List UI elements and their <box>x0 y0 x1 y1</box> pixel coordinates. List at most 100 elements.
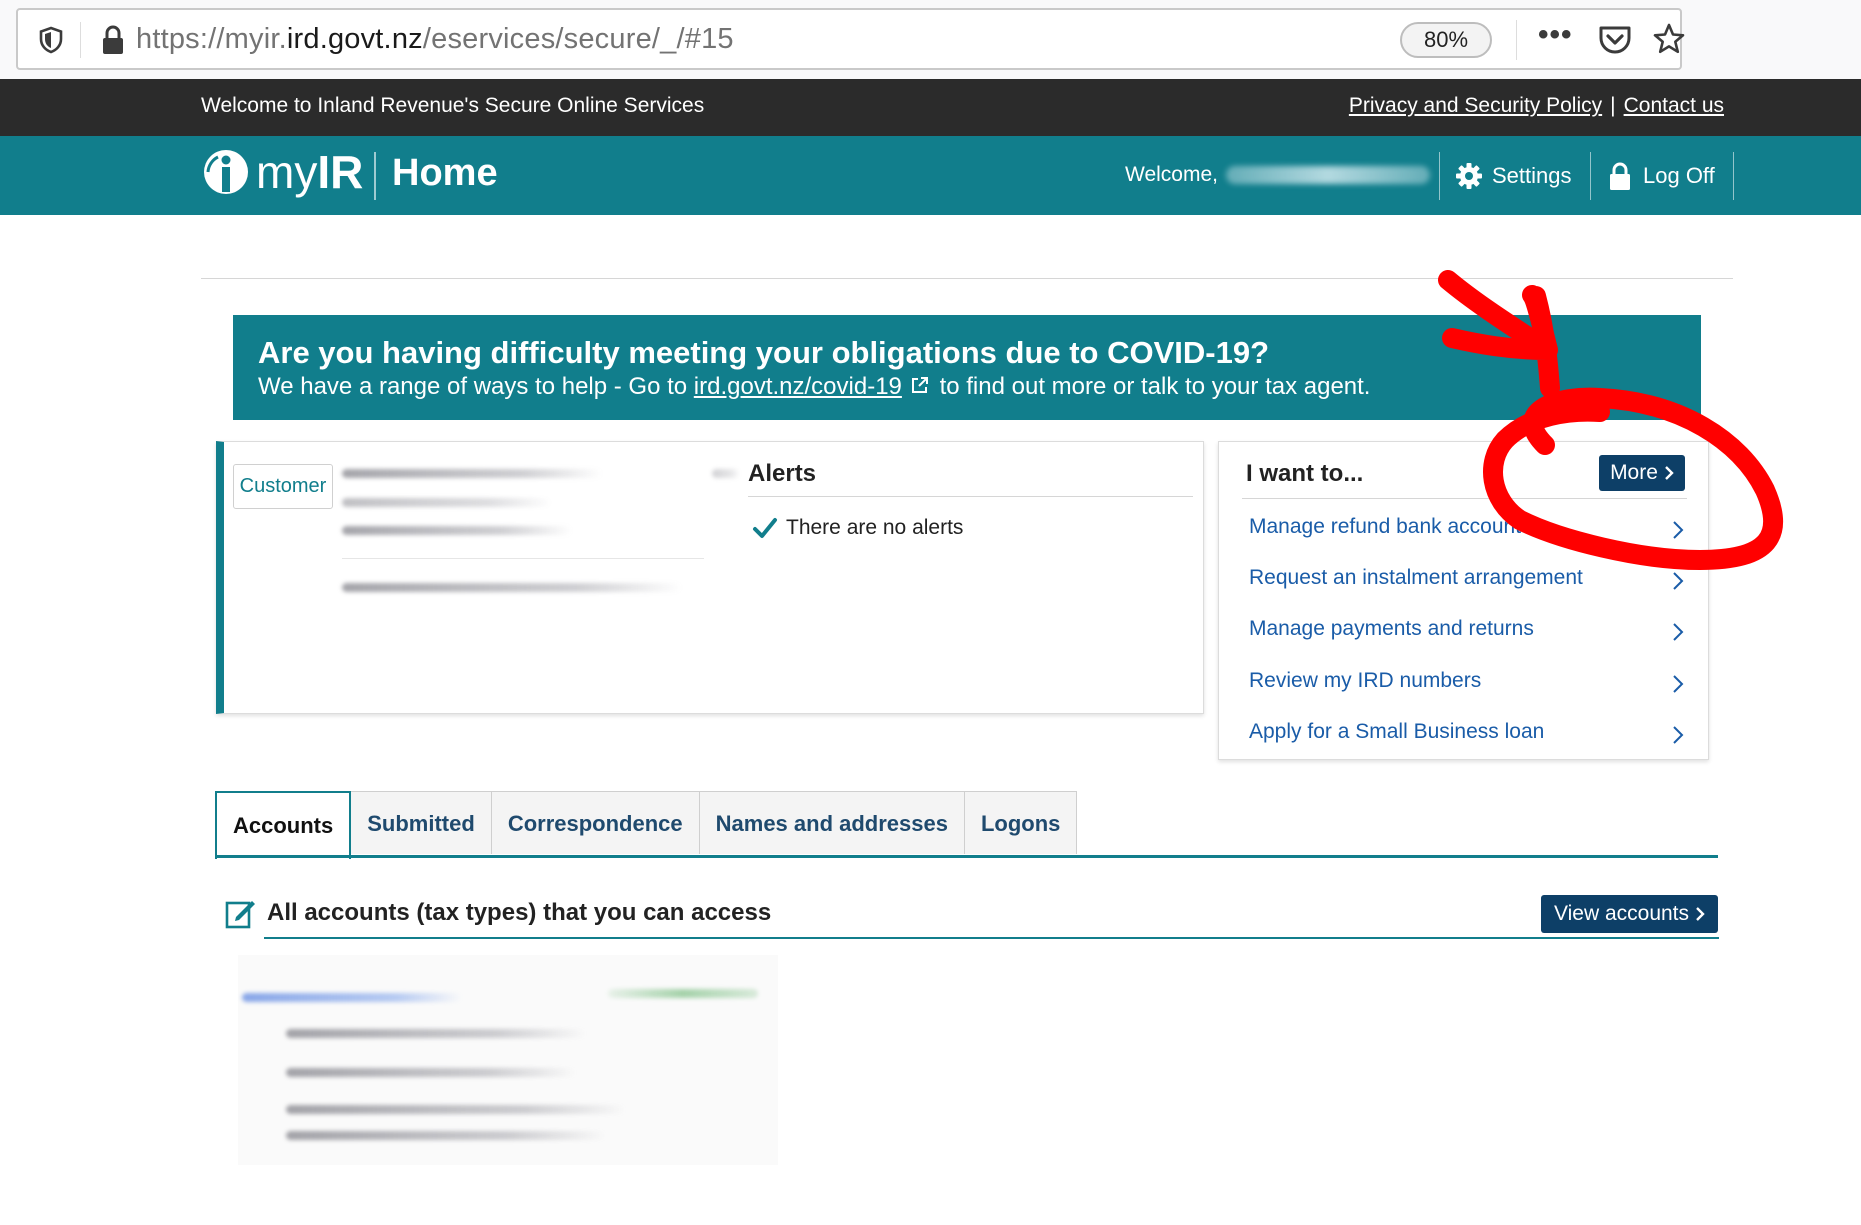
url-text[interactable]: https://myir.ird.govt.nz/eservices/secur… <box>136 23 734 56</box>
pocket-icon[interactable] <box>1598 24 1632 56</box>
alerts-message-text: There are no alerts <box>786 516 964 539</box>
url-bar[interactable]: https://myir.ird.govt.nz/eservices/secur… <box>16 8 1685 70</box>
covid-link[interactable]: ird.govt.nz/covid-19 <box>694 373 902 400</box>
url-prefix: https://myir. <box>136 23 287 55</box>
want-item-small-business-loan[interactable]: Apply for a Small Business loan <box>1249 720 1689 750</box>
redacted-account-status <box>608 989 758 998</box>
covid-banner: Are you having difficulty meeting your o… <box>233 315 1701 420</box>
chevron-right-icon <box>1673 521 1684 539</box>
want-item-label: Apply for a Small Business loan <box>1249 720 1545 743</box>
covid-text-before: We have a range of ways to help - Go to <box>258 373 694 400</box>
checkmark-icon <box>753 518 777 538</box>
want-item-label: Review my IRD numbers <box>1249 669 1482 692</box>
i-want-to-card: I want to... More Manage refund bank acc… <box>1218 441 1709 760</box>
tab-underline <box>215 855 1718 858</box>
want-item-label: Manage payments and returns <box>1249 617 1534 640</box>
user-welcome: Welcome, <box>1125 163 1218 186</box>
redacted-customer-address <box>342 583 682 592</box>
account-tabs: Accounts Submitted Correspondence Names … <box>215 791 1078 859</box>
alerts-title: Alerts <box>748 460 817 487</box>
log-off-label: Log Off <box>1643 163 1715 188</box>
external-link-icon <box>911 377 928 393</box>
site-welcome-text: Welcome to Inland Revenue's Secure Onlin… <box>201 94 705 117</box>
privacy-policy-link[interactable]: Privacy and Security Policy <box>1349 94 1602 117</box>
content-divider <box>201 278 1733 279</box>
settings-button[interactable]: Settings <box>1454 158 1572 194</box>
chevron-right-icon <box>1673 623 1684 641</box>
want-item-request-instalment-arrangement[interactable]: Request an instalment arrangement <box>1249 566 1689 596</box>
alerts-divider <box>748 496 1193 497</box>
header-divider <box>374 152 376 200</box>
redacted-customer-detail <box>342 498 552 507</box>
chevron-right-icon <box>1673 675 1684 693</box>
accounts-section-title: All accounts (tax types) that you can ac… <box>267 899 772 926</box>
i-want-to-divider <box>1242 498 1687 499</box>
browser-toolbar: https://myir.ird.govt.nz/eservices/secur… <box>0 0 1861 79</box>
more-button[interactable]: More <box>1599 455 1685 491</box>
page-title: Home <box>392 152 498 194</box>
redacted-customer-detail <box>712 469 740 478</box>
chevron-right-icon <box>1696 907 1705 921</box>
header-divider <box>1439 152 1440 200</box>
chevron-right-icon <box>1673 572 1684 590</box>
tracking-shield-icon[interactable] <box>36 25 66 55</box>
view-accounts-label: View accounts <box>1553 902 1690 925</box>
page-actions-menu-icon[interactable]: ••• <box>1538 18 1573 52</box>
covid-text: We have a range of ways to help - Go to … <box>258 373 1370 401</box>
redacted-customer-detail <box>342 526 572 535</box>
url-domain: ird.govt.nz <box>286 23 423 55</box>
header-divider <box>1590 152 1591 200</box>
logo-ir: IR <box>317 146 364 198</box>
more-label: More <box>1610 461 1658 484</box>
header-divider <box>1733 152 1734 200</box>
alerts-message: There are no alerts <box>752 516 963 540</box>
tab-correspondence[interactable]: Correspondence <box>491 791 700 854</box>
view-accounts-button[interactable]: View accounts <box>1541 895 1718 933</box>
want-item-label: Request an instalment arrangement <box>1249 566 1583 589</box>
url-path: /eservices/secure/_/#15 <box>422 23 734 55</box>
customer-summary-card: Customer Alerts There are no alerts <box>216 441 1204 714</box>
log-off-button[interactable]: Log Off <box>1605 158 1715 194</box>
accounts-section-divider <box>264 937 1719 939</box>
redacted-user-name <box>1226 166 1430 184</box>
contact-us-link[interactable]: Contact us <box>1624 94 1724 117</box>
customer-tag: Customer <box>233 464 333 509</box>
logo-my: my <box>256 146 318 198</box>
redacted-account-line <box>286 1131 606 1140</box>
want-item-label: Manage refund bank accounts <box>1249 515 1532 538</box>
lock-icon[interactable] <box>100 24 126 56</box>
myir-logo-icon[interactable] <box>202 148 250 196</box>
tab-names-and-addresses[interactable]: Names and addresses <box>699 791 965 854</box>
padlock-icon <box>1610 162 1630 190</box>
redacted-account-line <box>286 1029 586 1038</box>
edit-document-icon <box>225 901 255 929</box>
redacted-account-line <box>286 1105 626 1114</box>
top-links: Privacy and Security Policy | Contact us <box>1349 94 1724 118</box>
myir-logo-text[interactable]: myIR <box>256 145 363 199</box>
redacted-account-link <box>242 993 462 1002</box>
want-item-review-ird-numbers[interactable]: Review my IRD numbers <box>1249 669 1689 699</box>
i-want-to-title: I want to... <box>1246 460 1364 487</box>
bookmark-star-icon[interactable] <box>1652 22 1686 56</box>
tab-logons[interactable]: Logons <box>964 791 1078 854</box>
redacted-account-line <box>286 1068 576 1077</box>
zoom-level-button[interactable]: 80% <box>1400 22 1492 58</box>
gear-icon <box>1456 163 1482 189</box>
tab-submitted[interactable]: Submitted <box>351 791 492 854</box>
chevron-right-icon <box>1665 466 1674 480</box>
covid-text-after: to find out more or talk to your tax age… <box>932 373 1371 400</box>
settings-label: Settings <box>1492 163 1572 188</box>
url-divider <box>1516 20 1517 60</box>
customer-divider <box>342 558 704 559</box>
url-divider <box>80 22 81 58</box>
site-header: myIR Home Welcome, Settings Log Off <box>0 136 1861 215</box>
redacted-customer-name <box>342 469 602 478</box>
top-utility-bar: Welcome to Inland Revenue's Secure Onlin… <box>0 79 1861 136</box>
want-item-manage-payments-returns[interactable]: Manage payments and returns <box>1249 617 1689 647</box>
want-item-manage-refund-bank-accounts[interactable]: Manage refund bank accounts <box>1249 515 1689 545</box>
chevron-right-icon <box>1673 726 1684 744</box>
link-separator: | <box>1610 94 1616 117</box>
redacted-accounts-list <box>238 955 778 1165</box>
tab-accounts[interactable]: Accounts <box>215 791 352 859</box>
covid-heading: Are you having difficulty meeting your o… <box>258 335 1270 370</box>
